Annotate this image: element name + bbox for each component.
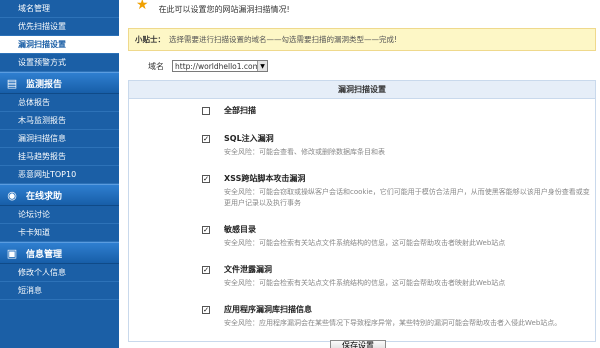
sidebar-item-kaka-know[interactable]: 卡卡知道 xyxy=(0,224,119,242)
sidebar-section-title: 在线求助 xyxy=(26,191,63,202)
sidebar-item-priority-scan[interactable]: 优先扫描设置 xyxy=(0,18,119,36)
sidebar: 域名管理 优先扫描设置 漏洞扫描设置 设置预警方式 ▤ 监测报告 总体报告 木马… xyxy=(0,0,119,348)
sidebar-item-vuln-info[interactable]: 漏洞扫描信息 xyxy=(0,130,119,148)
sidebar-item-trojan-trend[interactable]: 挂马趋势报告 xyxy=(0,148,119,166)
option-title: 应用程序漏洞库扫描信息 xyxy=(224,305,312,314)
monitor-icon: ▤ xyxy=(6,76,18,90)
checkbox-all-scan[interactable] xyxy=(202,107,210,115)
option-sensitive-dir: ✓ 敏感目录 安全风险：可能会检索有关站点文件系统结构的信息，这可能会帮助攻击者… xyxy=(202,225,594,249)
sidebar-item-forum[interactable]: 论坛讨论 xyxy=(0,206,119,224)
sidebar-item-overall-report[interactable]: 总体报告 xyxy=(0,94,119,112)
sidebar-section-title: 信息管理 xyxy=(26,249,63,260)
checkbox-xss[interactable]: ✓ xyxy=(202,175,210,183)
option-title: 文件泄露漏洞 xyxy=(224,265,272,274)
scan-settings-panel: 漏洞扫描设置 xyxy=(128,80,596,342)
option-all-scan: 全部扫描 xyxy=(202,106,594,116)
sidebar-item-alert-method[interactable]: 设置预警方式 xyxy=(0,54,119,72)
checkbox-app-vuln-db[interactable]: ✓ xyxy=(202,306,210,314)
checkbox-sensitive-dir[interactable]: ✓ xyxy=(202,226,210,234)
option-title: SQL注入漏洞 xyxy=(224,134,274,143)
sidebar-section-info[interactable]: ▣ 信息管理 xyxy=(0,242,119,264)
top-note: ★ 在此可以设置您的网站漏洞扫描情况! xyxy=(128,0,596,18)
option-xss: ✓ XSS跨站脚本攻击漏洞 安全风险：可能会窃取或操纵客户会话和cookie，它… xyxy=(202,174,594,209)
option-sql-injection: ✓ SQL注入漏洞 安全风险：可能会查看、修改或删除数据库条目和表 xyxy=(202,134,594,158)
sidebar-item-malicious-top10[interactable]: 恶意网址TOP10 xyxy=(0,166,119,184)
sidebar-section-title: 监测报告 xyxy=(26,79,63,90)
sidebar-section-report[interactable]: ▤ 监测报告 xyxy=(0,72,119,94)
domain-select[interactable]: http://worldhello1.com ▼ xyxy=(172,60,268,72)
sidebar-item-edit-profile[interactable]: 修改个人信息 xyxy=(0,264,119,282)
option-desc: 安全风险：可能会检索有关站点文件系统结构的信息，这可能会帮助攻击者映射此Web站… xyxy=(224,239,506,247)
option-file-leak: ✓ 文件泄露漏洞 安全风险：可能会检索有关站点文件系统结构的信息，这可能会帮助攻… xyxy=(202,265,594,289)
settings-title: 漏洞扫描设置 xyxy=(129,81,595,99)
checkbox-file-leak[interactable]: ✓ xyxy=(202,266,210,274)
chevron-down-icon[interactable]: ▼ xyxy=(257,61,267,71)
save-settings-button[interactable]: 保存设置 xyxy=(330,340,386,348)
sidebar-item-messages[interactable]: 短消息 xyxy=(0,282,119,300)
domain-row: 域名 http://worldhello1.com ▼ xyxy=(128,57,596,75)
option-title: XSS跨站脚本攻击漏洞 xyxy=(224,174,306,183)
sidebar-item-vuln-scan-settings[interactable]: 漏洞扫描设置 xyxy=(0,36,119,54)
star-icon: ★ xyxy=(136,0,149,13)
help-icon: ◉ xyxy=(7,188,17,202)
sidebar-section-help[interactable]: ◉ 在线求助 xyxy=(0,184,119,206)
option-title: 敏感目录 xyxy=(224,225,256,234)
info-icon: ▣ xyxy=(6,246,18,260)
option-desc: 安全风险：可能会查看、修改或删除数据库条目和表 xyxy=(224,148,385,156)
tip-text: 选择需要进行扫描设置的域名——勾选需要扫描的漏洞类型——完成! xyxy=(169,35,398,44)
checkbox-sql-injection[interactable]: ✓ xyxy=(202,135,210,143)
sidebar-item-trojan-report[interactable]: 木马监测报告 xyxy=(0,112,119,130)
option-desc: 安全风险：应用程序漏洞会在某些情况下导致程序异常，某些特别的漏洞可能会帮助攻击者… xyxy=(224,319,562,327)
domain-label: 域名 xyxy=(148,61,164,71)
option-desc: 安全风险：可能会检索有关站点文件系统结构的信息，这可能会帮助攻击者映射此Web站… xyxy=(224,279,506,287)
option-title: 全部扫描 xyxy=(224,106,256,115)
tip-label: 小贴士： xyxy=(135,35,165,44)
sidebar-item-domain-manage[interactable]: 域名管理 xyxy=(0,0,119,18)
main-content: ★ 在此可以设置您的网站漏洞扫描情况! 小贴士： 选择需要进行扫描设置的域名——… xyxy=(128,0,596,348)
option-app-vuln-db: ✓ 应用程序漏洞库扫描信息 安全风险：应用程序漏洞会在某些情况下导致程序异常，某… xyxy=(202,305,594,329)
domain-select-value: http://worldhello1.com xyxy=(175,61,260,71)
option-desc: 安全风险：可能会窃取或操纵客户会话和cookie，它们可能用于模仿合法用户，从而… xyxy=(224,188,590,207)
top-note-text: 在此可以设置您的网站漏洞扫描情况! xyxy=(158,4,290,14)
tip-box: 小贴士： 选择需要进行扫描设置的域名——勾选需要扫描的漏洞类型——完成! xyxy=(128,28,596,51)
